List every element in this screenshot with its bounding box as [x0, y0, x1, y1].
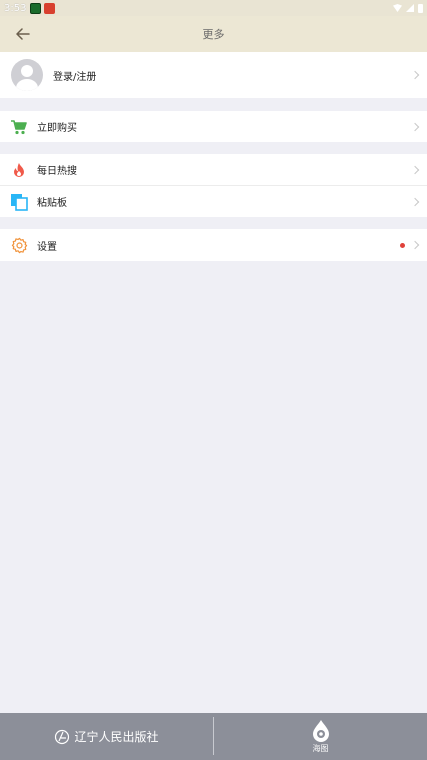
shopping-cart-icon: [10, 118, 28, 136]
notification-badge: [400, 242, 405, 248]
daily-hot-search-label: 每日热搜: [37, 166, 77, 177]
footer-banner: 辽宁人民出版社 海图: [0, 713, 427, 760]
publisher-logo: 辽宁人民出版社: [0, 713, 213, 760]
chevron-right-icon: [410, 122, 420, 131]
page-title: 更多: [202, 28, 225, 41]
buy-now-label: 立即购买: [37, 123, 77, 134]
login-register-label: 登录/注册: [53, 71, 97, 83]
brand-logo: 海图: [214, 713, 427, 760]
settings-label: 设置: [37, 241, 57, 253]
settings-row[interactable]: 设置: [0, 229, 427, 261]
back-button[interactable]: [12, 24, 34, 44]
gear-icon: [10, 236, 28, 254]
signal-icon: [406, 4, 414, 12]
login-register-row[interactable]: 登录/注册: [0, 52, 427, 98]
chevron-right-icon: [410, 197, 420, 206]
clipboard-label: 粘贴板: [37, 198, 67, 209]
brand-drop-icon: [312, 720, 329, 742]
status-indicators: [393, 3, 423, 13]
header-bar: 更多: [0, 16, 427, 52]
chevron-right-icon: [410, 165, 420, 174]
avatar: [11, 59, 43, 91]
chevron-right-icon: [410, 240, 420, 250]
buy-now-row[interactable]: 立即购买: [0, 111, 427, 142]
status-time: 3:53: [4, 2, 27, 14]
publisher-name: 辽宁人民出版社: [74, 730, 159, 744]
publisher-emblem-icon: [55, 729, 70, 744]
wifi-icon: [393, 4, 402, 12]
clipboard-icon: [10, 193, 28, 211]
daily-hot-search-row[interactable]: 每日热搜: [0, 154, 427, 185]
fire-icon: [10, 161, 28, 179]
app-notification-icon: [44, 2, 56, 14]
arrow-left-icon: [16, 28, 30, 40]
brand-name: 海图: [312, 744, 329, 753]
app-notification-icon: [30, 2, 42, 14]
battery-icon: [418, 3, 423, 13]
status-bar: 3:53: [0, 0, 427, 16]
chevron-right-icon: [410, 70, 420, 80]
clipboard-row[interactable]: 粘贴板: [0, 186, 427, 217]
